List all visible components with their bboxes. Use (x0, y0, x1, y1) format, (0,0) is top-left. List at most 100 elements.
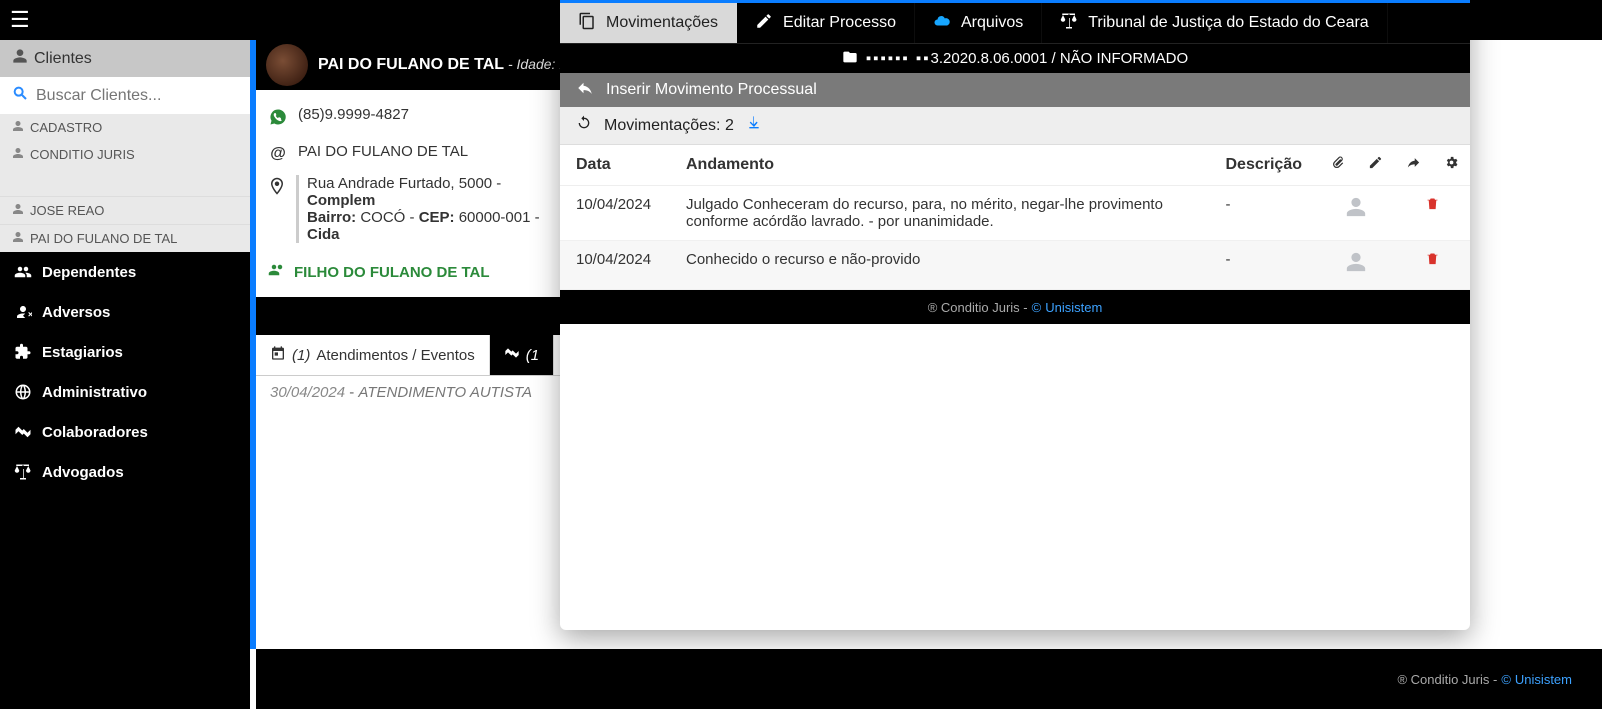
hamburger-icon[interactable]: ☰ (10, 7, 30, 33)
search-input[interactable] (36, 87, 238, 105)
table-row[interactable]: 10/04/2024 Conhecido o recurso e não-pro… (560, 241, 1470, 290)
puzzle-icon (14, 343, 32, 361)
th-share[interactable] (1394, 145, 1432, 186)
client-row-jose[interactable]: JOSE REAO (0, 196, 250, 224)
ptab-label: Editar Processo (783, 14, 896, 32)
nav-dependentes[interactable]: Dependentes (0, 252, 250, 292)
cadastro-label: CADASTRO (30, 120, 102, 135)
address-row: Rua Andrade Furtado, 5000 - Complem Bair… (268, 169, 548, 249)
handshake-icon (504, 345, 520, 365)
case-status: NÃO INFORMADO (1060, 50, 1188, 67)
panel-footer: ® Conditio Juris - © Unisistem (560, 290, 1470, 324)
event-row[interactable]: 30/04/2024 - ATENDIMENTO AUTISTA (256, 376, 560, 409)
at-text: PAI DO FULANO DE TAL (298, 143, 468, 160)
nav-advogados[interactable]: Advogados (0, 452, 250, 492)
tab-atendimentos[interactable]: (1) Atendimentos / Eventos (256, 335, 490, 375)
download-icon[interactable] (746, 115, 762, 136)
conditio-row[interactable]: CONDITIO JURIS (0, 141, 250, 168)
movements-panel: Movimentações Editar Processo Arquivos T… (560, 0, 1470, 630)
panel-tabs: Movimentações Editar Processo Arquivos T… (560, 3, 1470, 43)
client-detail: PAI DO FULANO DE TAL - Idade: 1 (85)9.99… (256, 40, 560, 649)
calendar-icon (270, 345, 286, 365)
tab-label: Atendimentos / Eventos (316, 347, 474, 364)
footer-text: ® Conditio Juris - (928, 300, 1028, 315)
cell-text: Julgado Conheceram do recurso, para, no … (670, 186, 1210, 241)
client-name: PAI DO FULANO DE TAL (318, 56, 504, 73)
balance-icon (1060, 12, 1078, 35)
sidebar-header[interactable]: Clientes (0, 40, 250, 77)
search-row[interactable] (0, 77, 250, 114)
th-edit[interactable] (1356, 145, 1394, 186)
cell-delete[interactable] (1394, 186, 1470, 241)
nav-list: Dependentes Adversos Estagiarios Adminis… (0, 252, 250, 709)
copyright-icon: © (1501, 672, 1511, 687)
phone-row[interactable]: (85)9.9999-4827 (268, 100, 548, 137)
avatar (266, 44, 308, 86)
nav-label: Estagiarios (42, 344, 123, 361)
ptab-tribunal[interactable]: Tribunal de Justiça do Estado do Ceara (1042, 3, 1387, 43)
client-header: PAI DO FULANO DE TAL - Idade: 1 (256, 40, 560, 90)
tab-count: (1) (292, 347, 310, 364)
edit-icon (755, 12, 773, 35)
nav-estagiarios[interactable]: Estagiarios (0, 332, 250, 372)
at-icon: @ (268, 145, 288, 163)
copy-icon (578, 12, 596, 35)
count-value: 2 (725, 117, 734, 134)
table-row[interactable]: 10/04/2024 Julgado Conheceram do recurso… (560, 186, 1470, 241)
nav-label: Administrativo (42, 384, 147, 401)
ptab-arquivos[interactable]: Arquivos (915, 3, 1042, 43)
address-text: Rua Andrade Furtado, 5000 - Complem Bair… (296, 175, 548, 243)
client-age: - Idade: 1 (504, 56, 560, 72)
tab2-count: (1 (526, 347, 539, 364)
footer-link[interactable]: Unisistem (1515, 672, 1572, 687)
nav-colaboradores[interactable]: Colaboradores (0, 412, 250, 452)
reply-icon[interactable] (576, 79, 594, 102)
cell-desc: - (1210, 241, 1319, 290)
client-label: PAI DO FULANO DE TAL (30, 231, 177, 246)
copyright-icon: © (1032, 300, 1042, 315)
footer-text: ® Conditio Juris - (1397, 672, 1497, 687)
nav-adversos[interactable]: Adversos (0, 292, 250, 332)
cell-date: 10/04/2024 (560, 186, 670, 241)
count-bar: Movimentações: 2 (560, 107, 1470, 145)
search-icon (12, 85, 28, 106)
refresh-icon[interactable] (576, 115, 592, 136)
count-label: Movimentações: (604, 117, 725, 134)
filho-label: FILHO DO FULANO DE TAL (294, 264, 490, 281)
gear-icon (1444, 155, 1459, 170)
nav-administrativo[interactable]: Administrativo (0, 372, 250, 412)
client-label: JOSE REAO (30, 203, 104, 218)
event-date: 30/04/2024 (270, 384, 345, 401)
folder-icon (842, 49, 858, 69)
pin-icon (268, 177, 286, 200)
cell-user (1318, 186, 1394, 241)
th-settings[interactable] (1432, 145, 1470, 186)
filho-row[interactable]: FILHO DO FULANO DE TAL (256, 253, 560, 297)
cell-date: 10/04/2024 (560, 241, 670, 290)
share-icon (1406, 155, 1421, 170)
ptab-movimentacoes[interactable]: Movimentações (560, 3, 737, 43)
cell-text: Conhecido o recurso e não-provido (670, 241, 1210, 290)
ptab-label: Movimentações (606, 14, 718, 32)
insert-bar[interactable]: Inserir Movimento Processual (560, 73, 1470, 107)
person-icon (1345, 201, 1367, 223)
nav-label: Advogados (42, 464, 124, 481)
ptab-editar[interactable]: Editar Processo (737, 3, 915, 43)
nav-label: Colaboradores (42, 424, 148, 441)
footer-link[interactable]: Unisistem (1045, 300, 1102, 315)
user-icon (12, 147, 24, 162)
tab-secondary[interactable]: (1 (490, 335, 554, 375)
phone-text: (85)9.9999-4827 (298, 106, 409, 123)
case-number-suffix: 3.2020.8.06.0001 (931, 50, 1048, 67)
cell-desc: - (1210, 186, 1319, 241)
movements-table: Data Andamento Descrição 10/04/2024 (560, 145, 1470, 290)
nav-label: Adversos (42, 304, 110, 321)
cadastro-header[interactable]: CADASTRO (0, 114, 250, 141)
cell-delete[interactable] (1394, 241, 1470, 290)
th-descricao: Descrição (1210, 145, 1319, 186)
nav-label: Dependentes (42, 264, 136, 281)
edit-icon (1368, 155, 1383, 170)
trash-icon (1425, 198, 1440, 215)
client-row-pai[interactable]: PAI DO FULANO DE TAL (0, 224, 250, 252)
th-attach[interactable] (1318, 145, 1356, 186)
